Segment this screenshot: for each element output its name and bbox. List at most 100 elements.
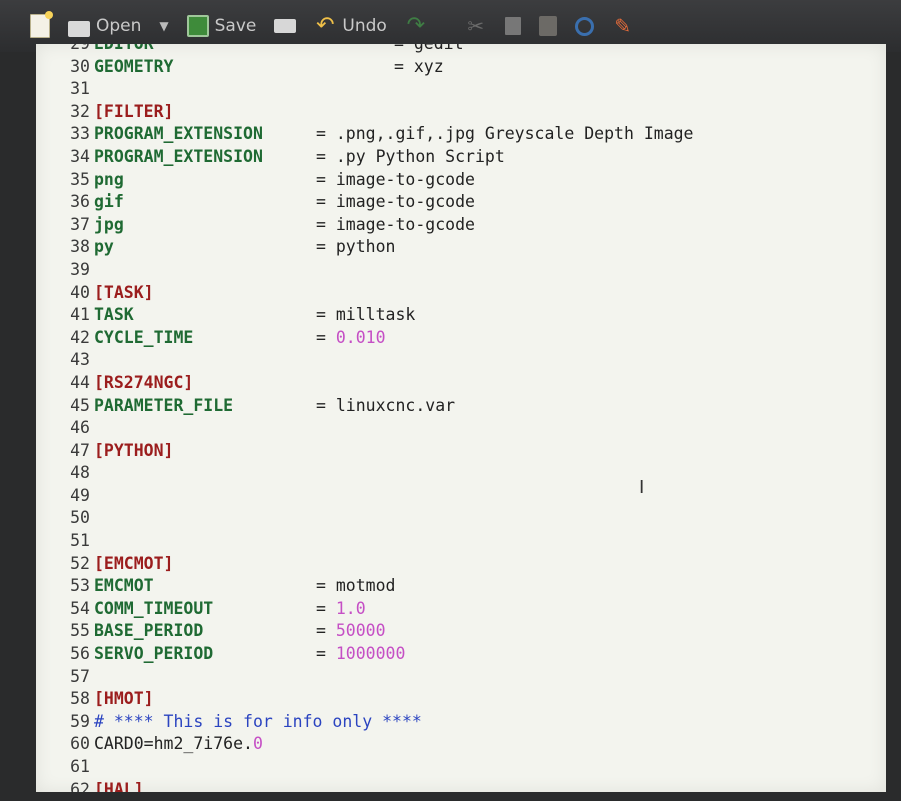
line-number: 42 xyxy=(70,327,90,347)
editor-line[interactable]: 33 PROGRAM_EXTENSION = .png,.gif,.jpg Grey… xyxy=(36,123,886,146)
config-value: motmod xyxy=(335,576,396,596)
editor-line[interactable]: 44 [RS274NGC] xyxy=(36,372,886,395)
line-number: 62 xyxy=(70,779,90,792)
text-cursor-icon: I xyxy=(639,477,645,498)
editor-line[interactable]: 57 xyxy=(36,666,886,689)
paste-icon xyxy=(538,16,557,36)
equals-sign: = xyxy=(316,598,336,618)
editor-line[interactable]: 36 gif = image-to-gcode xyxy=(36,191,886,214)
equals-sign: = xyxy=(394,56,414,76)
editor-line[interactable]: 50 xyxy=(36,507,886,530)
line-number: 29 xyxy=(36,44,94,56)
line-number: 56 xyxy=(70,644,90,664)
find-button[interactable] xyxy=(569,13,600,40)
line-number: 50 xyxy=(70,508,90,528)
editor-line[interactable]: 60 CARD0=hm2_7i76e.0 xyxy=(36,733,886,756)
section-header: [PYTHON] xyxy=(94,440,174,460)
line-number: 61 xyxy=(70,757,90,776)
open-label: Open xyxy=(96,16,142,36)
new-document-button[interactable] xyxy=(24,10,56,42)
equals-sign: = xyxy=(316,237,336,257)
line-number: 38 xyxy=(70,237,90,257)
editor-line[interactable]: 58 [HMOT] xyxy=(36,688,886,711)
editor-line[interactable]: 30 GEOMETRY = xyz xyxy=(36,56,886,79)
editor-line[interactable]: 29EDITOR= gedit xyxy=(36,44,886,56)
cut-button[interactable]: ✂ xyxy=(459,11,493,41)
section-header: [HAL] xyxy=(94,779,144,792)
config-value: 50000 xyxy=(335,621,386,641)
text-editor[interactable]: 29EDITOR= gedit30GEOMETRY= xyz3132[FILTE… xyxy=(36,44,886,792)
config-key: SERVO_PERIOD xyxy=(94,644,214,664)
editor-line[interactable]: 42 CYCLE_TIME = 0.010 xyxy=(36,327,886,350)
equals-sign: = xyxy=(316,192,336,212)
save-label: Save xyxy=(214,16,257,36)
config-key: TASK xyxy=(94,305,134,325)
line-number: 54 xyxy=(70,598,90,618)
equals-sign: = xyxy=(316,327,336,347)
copy-button[interactable] xyxy=(499,13,527,39)
line-number: 58 xyxy=(70,689,90,709)
config-key: PARAMETER_FILE xyxy=(94,395,234,415)
editor-line[interactable]: 48 xyxy=(36,462,886,485)
editor-line[interactable]: 54 COMM_TIMEOUT = 1.0 xyxy=(36,598,886,621)
editor-line[interactable]: 38 py = python xyxy=(36,236,886,259)
line-number: 46 xyxy=(70,418,90,438)
config-value: image-to-gcode xyxy=(335,192,475,212)
print-button[interactable] xyxy=(268,15,302,37)
editor-line[interactable]: 35 png = image-to-gcode xyxy=(36,169,886,192)
new-document-icon xyxy=(30,11,53,38)
editor-line[interactable]: 37 jpg = image-to-gcode xyxy=(36,214,886,237)
config-value: .py Python Script xyxy=(335,146,505,166)
line-number: 55 xyxy=(70,621,90,641)
editor-line[interactable]: 40 [TASK] xyxy=(36,282,886,305)
config-value: milltask xyxy=(335,305,416,325)
redo-button[interactable]: ↷ xyxy=(399,11,433,41)
editor-line[interactable]: 59 # **** This is for info only **** xyxy=(36,711,886,734)
open-button[interactable]: Open xyxy=(62,12,147,41)
editor-line[interactable]: 52 [EMCMOT] xyxy=(36,553,886,576)
equals-sign: = xyxy=(316,124,336,144)
editor-line[interactable]: 31 xyxy=(36,78,886,101)
config-value: .png,.gif,.jpg Greyscale Depth Image xyxy=(335,124,694,144)
editor-line[interactable]: 47 [PYTHON] xyxy=(36,440,886,463)
editor-line[interactable]: 51 xyxy=(36,530,886,553)
editor-line[interactable]: 45 PARAMETER_FILE = linuxcnc.var xyxy=(36,395,886,418)
section-header: [FILTER] xyxy=(94,101,174,121)
editor-line[interactable]: 34 PROGRAM_EXTENSION = .py Python Script xyxy=(36,146,886,169)
editor-line[interactable]: 56 SERVO_PERIOD = 1000000 xyxy=(36,643,886,666)
line-number: 35 xyxy=(70,169,90,189)
editor-line[interactable]: 49 xyxy=(36,485,886,508)
config-key: jpg xyxy=(94,214,124,234)
editor-line[interactable]: 41 TASK = milltask xyxy=(36,304,886,327)
config-key: COMM_TIMEOUT xyxy=(94,598,214,618)
replace-button[interactable]: ✎ xyxy=(606,11,640,41)
config-key: gif xyxy=(94,192,124,212)
config-value: image-to-gcode xyxy=(335,214,475,234)
editor-line[interactable]: 32 [FILTER] xyxy=(36,101,886,124)
config-key: EDITOR xyxy=(94,44,394,56)
editor-line[interactable]: 39 xyxy=(36,259,886,282)
editor-line[interactable]: 43 xyxy=(36,349,886,372)
editor-line[interactable]: 46 xyxy=(36,417,886,440)
editor-line[interactable]: 62 [HAL] xyxy=(36,779,886,792)
config-value: python xyxy=(335,237,396,257)
editor-lines: 29EDITOR= gedit30GEOMETRY= xyz3132[FILTE… xyxy=(36,44,886,792)
editor-line[interactable]: 55 BASE_PERIOD = 50000 xyxy=(36,620,886,643)
line-number: 37 xyxy=(70,214,90,234)
config-value: 1000000 xyxy=(335,644,406,664)
card-assignment: CARD0=hm2_7i76e xyxy=(94,734,244,754)
editor-line[interactable]: 61 xyxy=(36,756,886,779)
config-key: PROGRAM_EXTENSION xyxy=(94,124,263,144)
undo-button[interactable]: ↶ Undo xyxy=(308,11,392,41)
equals-sign: = xyxy=(316,146,336,166)
card-number: 0 xyxy=(252,734,263,754)
line-number: 59 xyxy=(70,711,90,731)
equals-sign: = xyxy=(316,621,336,641)
line-number: 57 xyxy=(70,666,90,686)
save-button[interactable]: Save xyxy=(181,11,263,41)
line-number: 39 xyxy=(70,259,90,279)
line-number: 49 xyxy=(70,485,90,505)
open-menu-button[interactable]: ▼ xyxy=(153,15,174,37)
editor-line[interactable]: 53 EMCMOT = motmod xyxy=(36,575,886,598)
paste-button[interactable] xyxy=(533,12,563,40)
